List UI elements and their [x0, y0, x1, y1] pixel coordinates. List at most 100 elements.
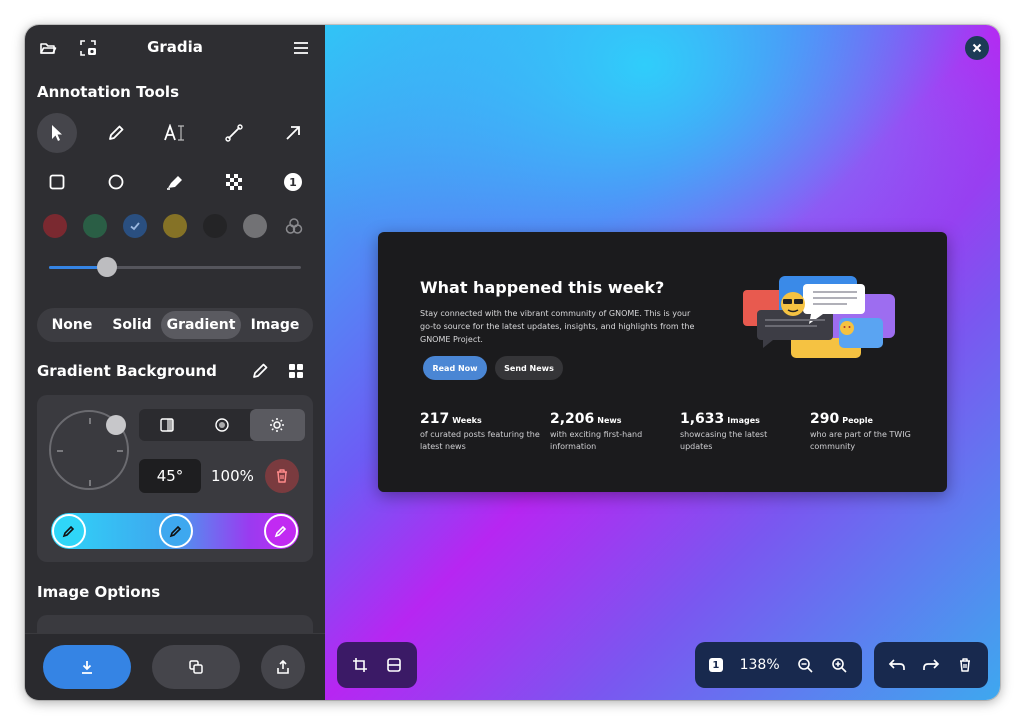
rectangle-tool-button[interactable]	[37, 162, 77, 202]
dial-tick	[117, 450, 123, 452]
circle-icon	[108, 174, 124, 190]
text-icon	[164, 124, 184, 141]
image-options-heading: Image Options	[37, 583, 161, 601]
app-title: Gradia	[147, 38, 203, 56]
text-tool-button[interactable]	[155, 113, 195, 153]
close-button[interactable]	[965, 36, 989, 60]
preview-read-now-button: Read Now	[423, 356, 487, 380]
eyedropper-icon	[274, 525, 287, 538]
gradient-stop-3[interactable]	[264, 514, 298, 548]
crop-icon	[353, 658, 367, 672]
crop-button[interactable]	[343, 648, 377, 682]
edit-gradient-icon[interactable]	[251, 362, 269, 384]
history-toolbar	[874, 642, 988, 688]
stat-description: showcasing the latest updates	[680, 430, 768, 451]
copy-button[interactable]	[152, 645, 240, 689]
sidebar: Gradia Annotation Tools 1 None Solid Gra…	[25, 25, 325, 700]
copy-icon	[189, 660, 203, 674]
redo-button[interactable]	[914, 648, 948, 682]
color-swatch-green[interactable]	[83, 214, 107, 238]
mode-gradient[interactable]: Gradient	[161, 311, 241, 339]
number-badge-icon: 1	[708, 658, 723, 672]
mode-none[interactable]: None	[41, 311, 103, 339]
annotation-tools-heading: Annotation Tools	[37, 83, 180, 101]
size-slider-handle[interactable]	[97, 257, 117, 277]
stat-news: 2,206 News with exciting first-hand infor…	[550, 408, 670, 453]
color-swatch-black[interactable]	[203, 214, 227, 238]
gradient-background-heading: Gradient Background	[37, 362, 217, 380]
preview-send-news-button: Send News	[495, 356, 563, 380]
zoom-reset-button[interactable]: 1	[701, 648, 731, 682]
screenshot-preview[interactable]: What happened this week? Stay connected …	[378, 232, 947, 492]
crop-adjust-button[interactable]	[377, 648, 411, 682]
stat-description: who are part of the TWIG community	[810, 430, 911, 451]
gradient-stop-1[interactable]	[52, 514, 86, 548]
pencil-icon	[109, 125, 124, 140]
redo-icon	[923, 659, 940, 670]
zoom-badge: 1	[712, 659, 720, 671]
hamburger-menu-icon[interactable]	[286, 33, 316, 63]
delete-stop-button[interactable]	[265, 459, 299, 493]
dial-handle[interactable]	[106, 415, 126, 435]
mode-solid[interactable]: Solid	[103, 311, 161, 339]
gradient-stop-2[interactable]	[159, 514, 193, 548]
delete-button[interactable]	[948, 648, 982, 682]
eyedropper-icon	[62, 525, 75, 538]
stat-number: 1,633	[680, 411, 725, 427]
stat-images: 1,633 Images showcasing the latest update…	[680, 408, 800, 453]
folder-open-icon[interactable]	[33, 33, 63, 63]
gradient-stops-bar[interactable]	[51, 513, 299, 549]
stat-number: 217	[420, 411, 450, 427]
undo-icon	[888, 659, 905, 670]
custom-color-icon[interactable]	[284, 216, 304, 240]
trash-icon	[277, 469, 287, 483]
presets-grid-icon[interactable]	[287, 362, 305, 384]
highlighter-tool-button[interactable]	[155, 162, 195, 202]
stat-unit: News	[597, 416, 622, 425]
number-tool-button[interactable]: 1	[273, 162, 313, 202]
zoom-level: 138%	[739, 657, 780, 673]
zoom-in-icon	[832, 658, 847, 673]
eyedropper-icon	[169, 525, 182, 538]
share-button[interactable]	[261, 645, 305, 689]
conic-gradient-option[interactable]	[249, 409, 305, 441]
linear-gradient-option[interactable]	[139, 409, 194, 441]
angle-dial[interactable]	[49, 410, 129, 490]
undo-button[interactable]	[880, 648, 914, 682]
sidebar-footer	[25, 633, 325, 700]
stat-weeks: 217 Weeks of curated posts featuring the …	[420, 408, 540, 453]
line-tool-button[interactable]	[214, 113, 254, 153]
stat-number: 290	[810, 411, 840, 427]
opacity-value: 100%	[211, 467, 254, 485]
pixelate-tool-button[interactable]	[214, 162, 254, 202]
crop-toolbar	[337, 642, 417, 688]
share-icon	[277, 659, 289, 674]
color-swatch-gray[interactable]	[243, 214, 267, 238]
zoom-in-button[interactable]	[822, 648, 856, 682]
color-swatch-yellow[interactable]	[163, 214, 187, 238]
line-icon	[225, 124, 243, 142]
stat-unit: Weeks	[452, 416, 482, 425]
angle-input[interactable]: 45°	[139, 459, 201, 493]
color-swatch-red[interactable]	[43, 214, 67, 238]
stat-description: with exciting first-hand information	[550, 430, 643, 451]
save-button[interactable]	[43, 645, 131, 689]
select-tool-button[interactable]	[37, 113, 77, 153]
stat-number: 2,206	[550, 411, 595, 427]
download-icon	[82, 661, 92, 674]
circle-tool-button[interactable]	[96, 162, 136, 202]
zoom-out-button[interactable]	[788, 648, 822, 682]
screenshot-icon[interactable]	[73, 33, 103, 63]
color-swatch-blue[interactable]	[123, 214, 147, 238]
pen-tool-button[interactable]	[96, 113, 136, 153]
app-window: Gradia Annotation Tools 1 None Solid Gra…	[25, 25, 1000, 700]
arrow-tool-button[interactable]	[273, 113, 313, 153]
radial-gradient-option[interactable]	[194, 409, 249, 441]
arrow-icon	[286, 126, 300, 140]
size-slider[interactable]	[49, 257, 301, 277]
mode-image[interactable]: Image	[241, 311, 309, 339]
close-icon	[972, 43, 982, 53]
dial-tick	[89, 418, 91, 424]
crop-adjust-icon	[387, 658, 401, 672]
canvas-area: What happened this week? Stay connected …	[325, 25, 1000, 700]
